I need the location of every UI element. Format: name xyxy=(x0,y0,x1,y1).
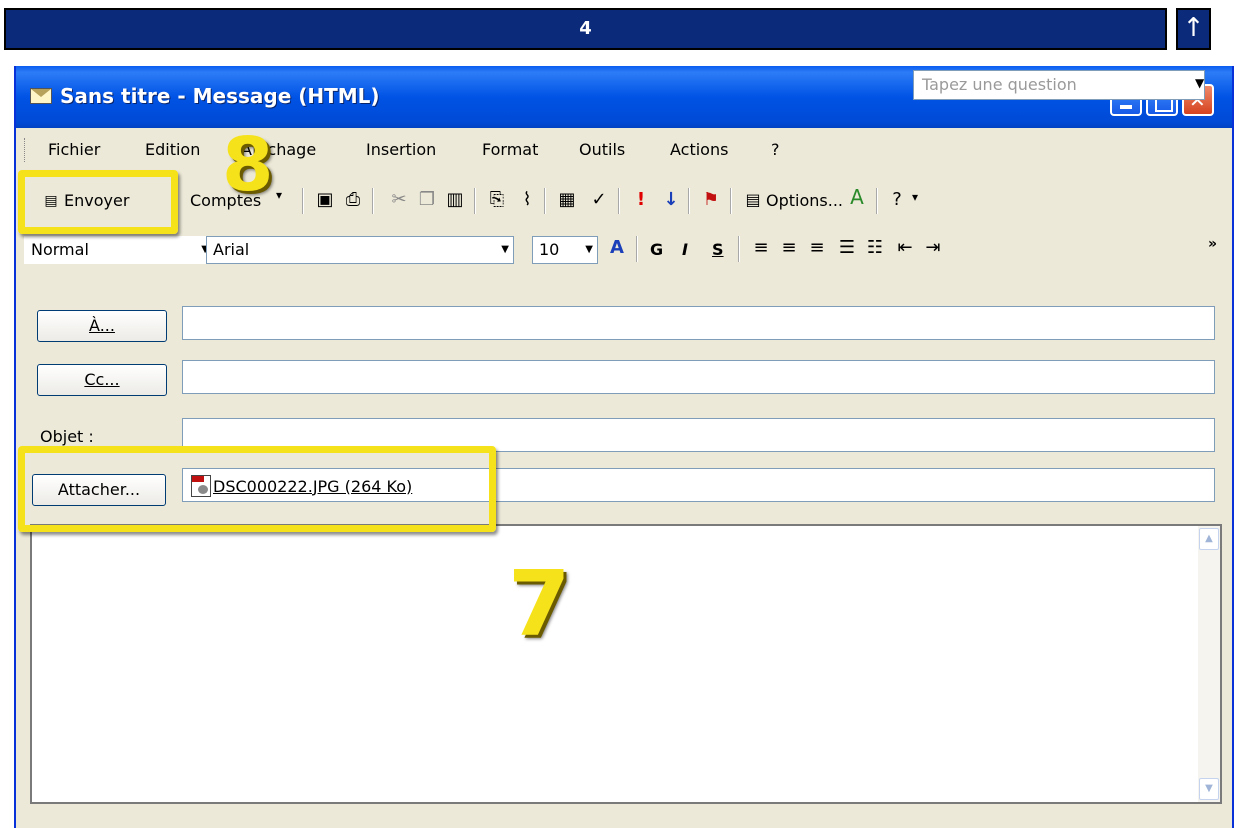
window-title: Sans titre - Message (HTML) xyxy=(60,84,380,108)
align-center-icon[interactable]: ≡ xyxy=(778,237,800,259)
decrease-indent-icon[interactable]: ⇤ xyxy=(894,237,916,259)
cc-button[interactable]: Cc... xyxy=(37,364,167,396)
cc-field[interactable] xyxy=(182,360,1215,394)
paperclip-icon[interactable]: ⌇ xyxy=(516,189,538,211)
chevron-down-icon[interactable]: ▼ xyxy=(1195,76,1204,90)
toolbar-separator xyxy=(474,188,476,214)
to-button-label: À... xyxy=(89,316,115,335)
menu-bar: Fichier Edition Affichage Insertion Form… xyxy=(16,128,1232,170)
toolbar-separator xyxy=(544,188,546,214)
step-7-callout: 7 xyxy=(508,552,571,657)
menu-actions[interactable]: Actions xyxy=(670,140,728,159)
message-body[interactable]: ▲ ▼ xyxy=(30,524,1222,804)
size-select[interactable]: 10 ▼ xyxy=(532,236,598,264)
menu-edition[interactable]: Edition xyxy=(145,140,200,159)
step-8-callout: 8 xyxy=(222,122,274,208)
toolbar-separator xyxy=(636,236,638,262)
menu-help[interactable]: ? xyxy=(771,140,780,159)
menu-insertion[interactable]: Insertion xyxy=(366,140,436,159)
address-book-icon[interactable]: ▦ xyxy=(556,189,578,211)
underline-button[interactable]: S xyxy=(712,240,724,259)
menu-format[interactable]: Format xyxy=(482,140,538,159)
style-value: Normal xyxy=(31,240,89,259)
save-icon[interactable]: ▣ xyxy=(314,189,336,211)
cc-button-label: Cc... xyxy=(84,370,120,389)
scroll-up-icon[interactable]: ▲ xyxy=(1199,528,1219,550)
arrow-up-icon[interactable]: ↑ xyxy=(1176,8,1211,50)
attach-highlight xyxy=(18,446,496,532)
scroll-down-icon[interactable]: ▼ xyxy=(1199,778,1219,800)
increase-indent-icon[interactable]: ⇥ xyxy=(922,237,944,259)
cut-icon[interactable]: ✂ xyxy=(388,189,410,211)
overflow-chevron-icon[interactable]: » xyxy=(1208,236,1217,252)
style-select[interactable]: Normal ▼ xyxy=(24,236,214,264)
menu-fichier[interactable]: Fichier xyxy=(48,140,100,159)
font-select[interactable]: Arial ▼ xyxy=(206,236,514,264)
options-icon: ▤ xyxy=(745,190,761,209)
help-icon[interactable]: ? xyxy=(886,189,908,211)
paste-icon[interactable]: ▥ xyxy=(444,189,466,211)
subject-label: Objet : xyxy=(40,427,94,446)
font-value: Arial xyxy=(213,240,250,259)
align-left-icon[interactable]: ≡ xyxy=(750,237,772,259)
toolbar-separator xyxy=(302,188,304,214)
bold-button[interactable]: G xyxy=(650,240,663,259)
check-names-icon[interactable]: ✓ xyxy=(588,189,610,211)
print-icon[interactable]: ⎙ xyxy=(342,189,364,211)
step-number: 4 xyxy=(579,18,592,39)
to-field[interactable] xyxy=(182,306,1215,340)
toolbar-separator xyxy=(876,188,878,214)
font-size-icon[interactable]: A xyxy=(846,186,868,208)
numbering-icon[interactable]: ☷ xyxy=(864,237,886,259)
low-importance-icon[interactable]: ↓ xyxy=(660,189,682,211)
size-value: 10 xyxy=(539,240,560,259)
toolbar-separator xyxy=(688,188,690,214)
bullets-icon[interactable]: ☰ xyxy=(836,237,858,259)
options-button[interactable]: Options... xyxy=(766,191,843,210)
chevron-down-icon[interactable]: ▾ xyxy=(912,190,918,204)
chevron-down-icon[interactable]: ▾ xyxy=(276,188,282,202)
align-right-icon[interactable]: ≡ xyxy=(806,237,828,259)
send-highlight xyxy=(18,170,178,234)
envelope-icon xyxy=(30,88,52,104)
chevron-down-icon: ▼ xyxy=(501,244,509,255)
menubar-grip[interactable] xyxy=(24,138,28,162)
font-color-icon[interactable]: A xyxy=(606,237,628,259)
step-number-bar: 4 xyxy=(4,8,1167,50)
high-importance-icon[interactable]: ! xyxy=(630,189,652,211)
to-button[interactable]: À... xyxy=(37,310,167,342)
copy-icon[interactable]: ❐ xyxy=(416,189,438,211)
flag-icon[interactable]: ⚑ xyxy=(700,189,722,211)
insert-file-icon[interactable]: ⎘ xyxy=(486,189,508,211)
italic-button[interactable]: I xyxy=(682,240,688,259)
toolbar-separator xyxy=(730,188,732,214)
toolbar-separator xyxy=(372,188,374,214)
question-input[interactable]: Tapez une question xyxy=(913,70,1205,100)
chevron-down-icon: ▼ xyxy=(585,244,593,255)
toolbar-separator xyxy=(738,236,740,262)
toolbar-separator xyxy=(618,188,620,214)
menu-outils[interactable]: Outils xyxy=(579,140,625,159)
vertical-scrollbar[interactable]: ▲ ▼ xyxy=(1198,526,1220,802)
